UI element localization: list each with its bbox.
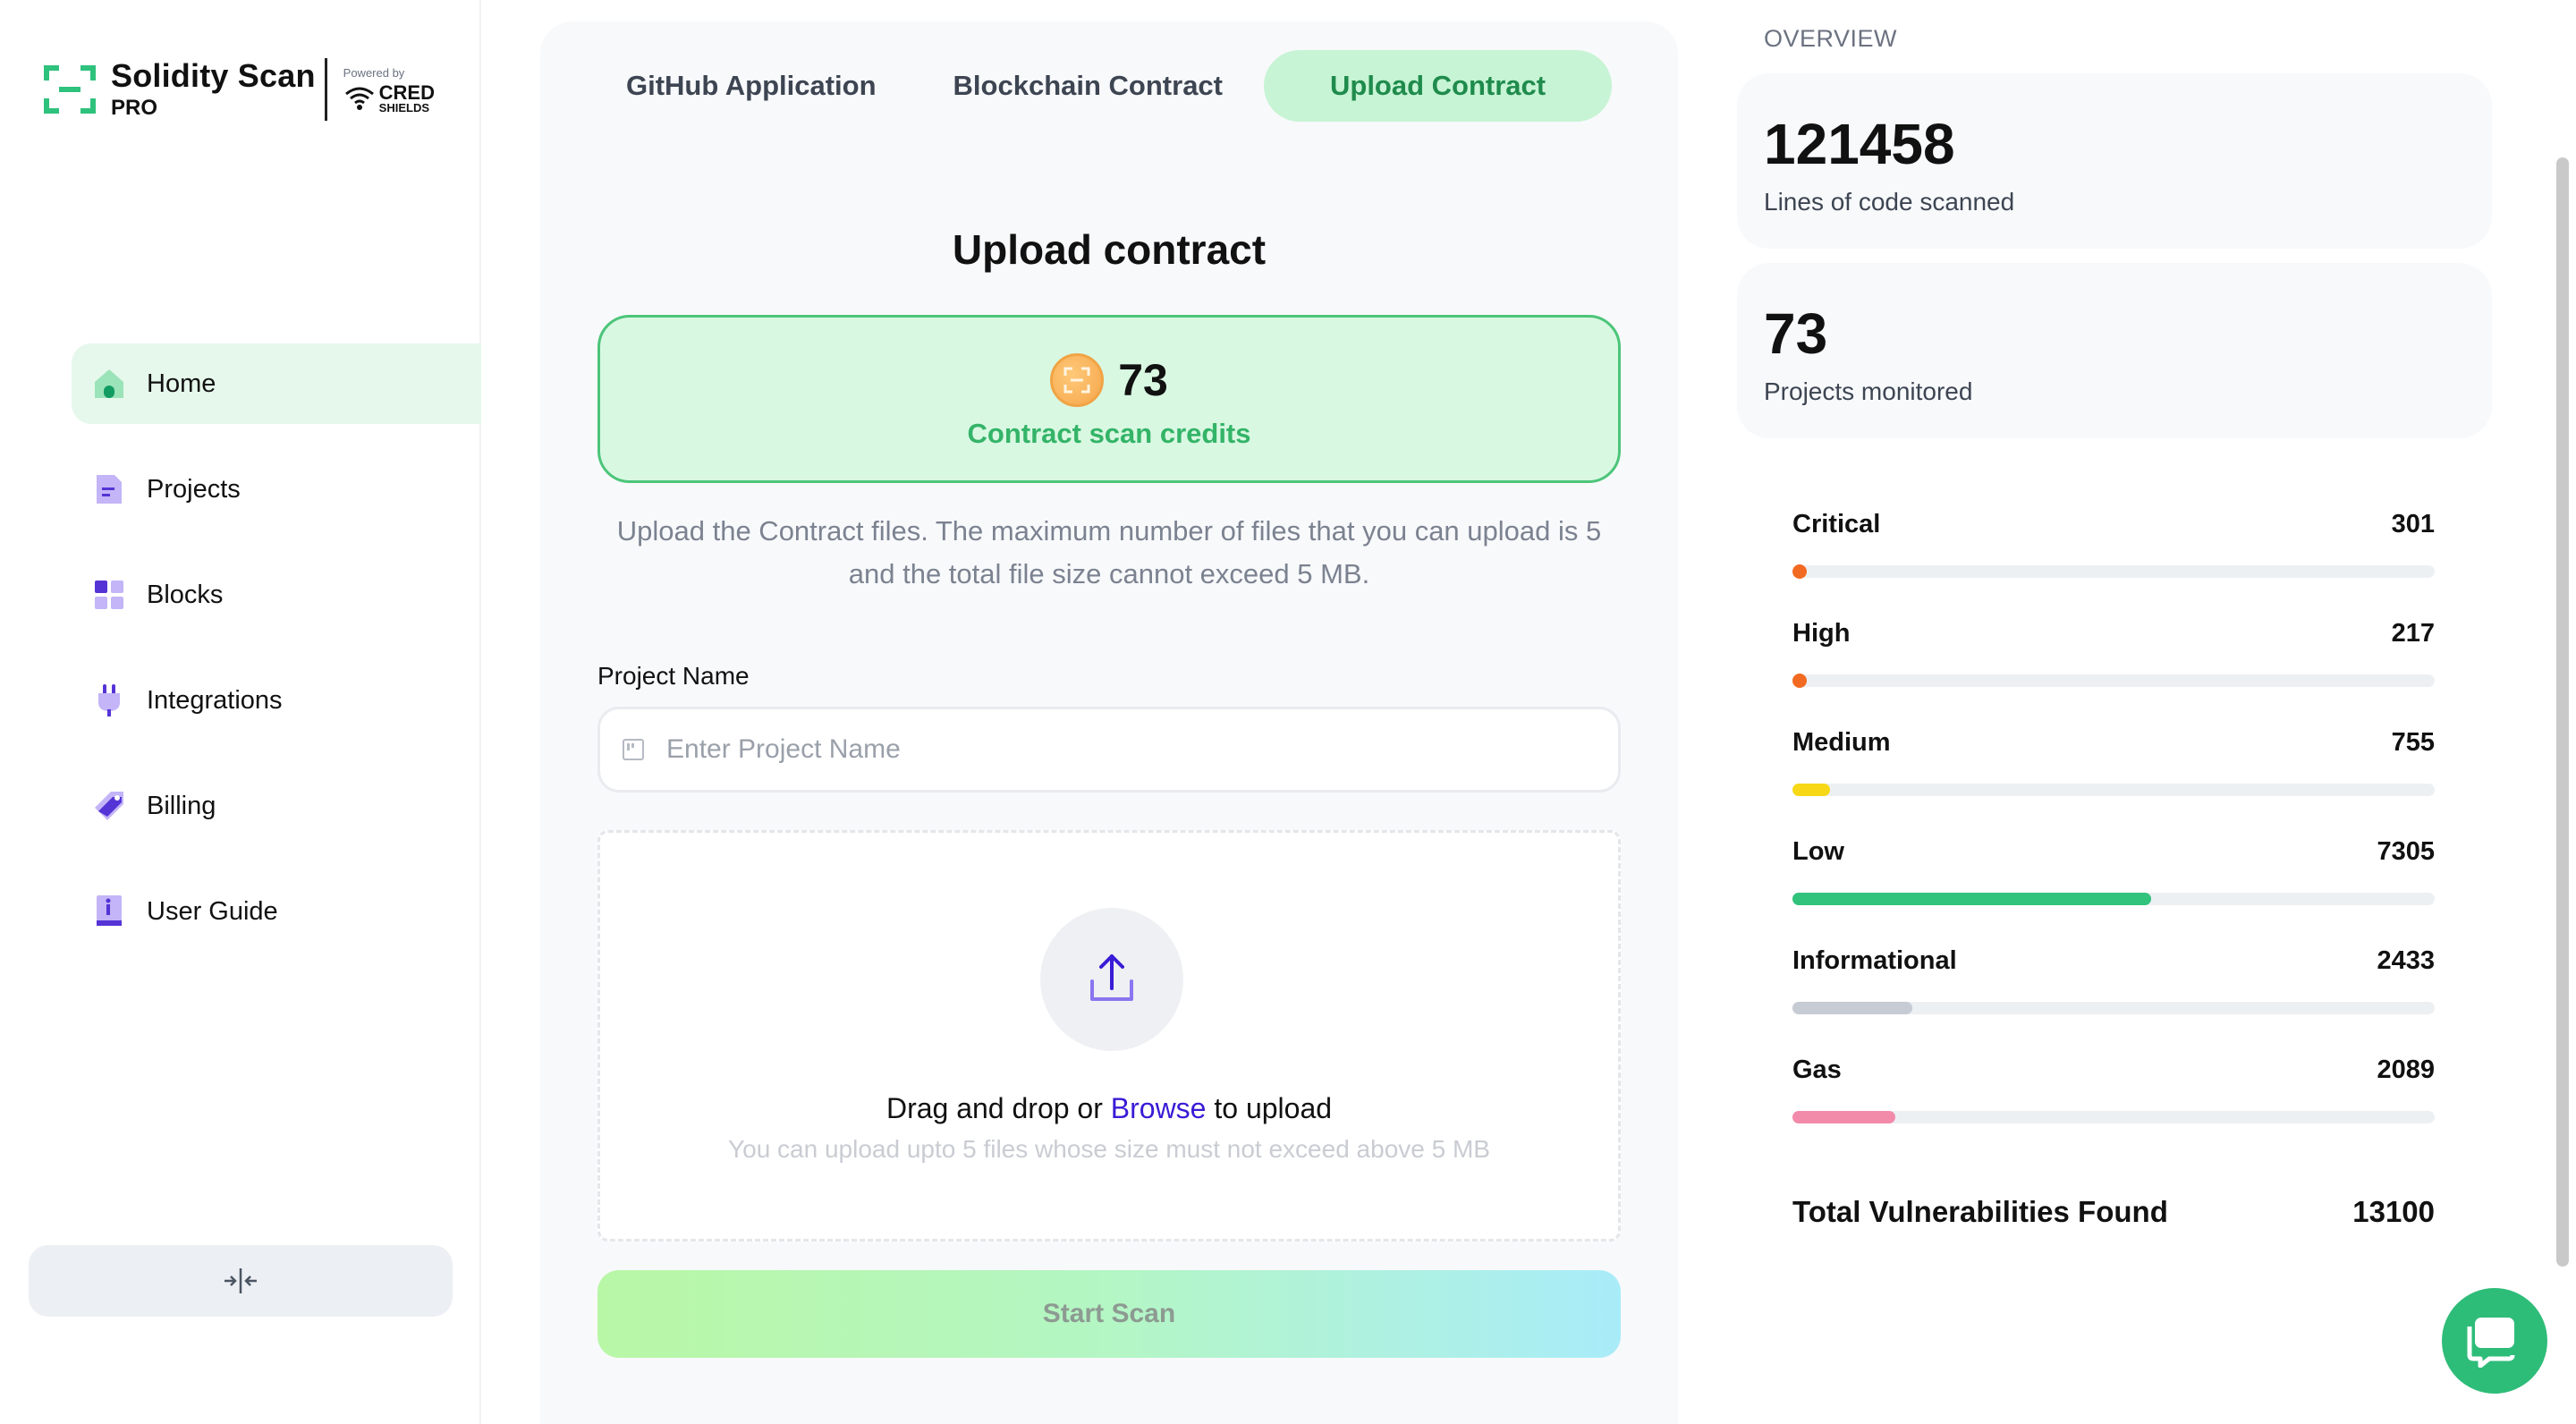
vulnerability-progress-track — [1792, 784, 2435, 796]
lines-scanned-label: Lines of code scanned — [1764, 188, 2015, 216]
drag-prefix: Drag and drop or — [886, 1092, 1111, 1124]
vulnerability-count: 301 — [2391, 510, 2435, 538]
sidebar-item-user-guide[interactable]: User Guide — [72, 871, 481, 952]
sidebar-item-home[interactable]: Home — [72, 343, 481, 424]
vulnerability-count: 7305 — [2377, 837, 2435, 866]
drag-drop-text: Drag and drop or Browse to upload — [600, 1092, 1618, 1125]
total-vulnerabilities-value: 13100 — [2352, 1195, 2435, 1228]
vulnerability-progress-dot — [1792, 674, 1807, 688]
tab-upload-contract[interactable]: Upload Contract — [1264, 50, 1613, 122]
upload-button[interactable] — [1040, 908, 1183, 1051]
vulnerability-progress-track — [1792, 674, 2435, 688]
vulnerability-progress-track — [1792, 1002, 2435, 1014]
vulnerability-progress-fill — [1792, 1111, 1895, 1123]
partner-name-bottom: SHIELDS — [378, 100, 429, 114]
collapse-icon — [225, 1268, 257, 1293]
file-dropzone[interactable]: Drag and drop or Browse to upload You ca… — [597, 830, 1621, 1242]
sidebar-item-projects[interactable]: Projects — [72, 449, 481, 530]
partner-logo: Powered by CRED SHIELDS — [343, 66, 435, 114]
start-scan-button[interactable]: Start Scan — [597, 1270, 1621, 1358]
vulnerability-progress-fill — [1792, 893, 2151, 905]
book-icon — [91, 894, 127, 929]
total-vulnerabilities-label: Total Vulnerabilities Found — [1792, 1195, 2168, 1228]
vulnerability-row-high: High 217 — [1792, 619, 2435, 728]
blocks-icon — [91, 577, 127, 613]
page-title: Upload contract — [952, 226, 1267, 273]
page-scrollbar[interactable] — [2556, 157, 2569, 1267]
sidebar-item-label: Home — [147, 369, 216, 398]
chat-icon — [2467, 1318, 2515, 1368]
credits-count: 73 — [1118, 355, 1168, 405]
plug-icon — [91, 682, 127, 718]
vulnerability-row-critical: Critical 301 — [1792, 510, 2435, 619]
home-icon — [91, 366, 127, 402]
sidebar-item-label: Blocks — [147, 580, 224, 609]
vulnerability-name: Gas — [1792, 1055, 1842, 1084]
project-name-field[interactable] — [597, 707, 1621, 793]
sidebar-item-label: User Guide — [147, 896, 278, 926]
vulnerability-count: 217 — [2391, 619, 2435, 648]
vulnerability-progress-dot — [1792, 564, 1807, 579]
brand-tier: PRO — [111, 96, 158, 120]
vulnerability-row-low: Low 7305 — [1792, 837, 2435, 946]
partner-name-top: CRED — [378, 81, 435, 104]
brand-title: Solidity Scan — [111, 57, 316, 94]
collapse-sidebar-button[interactable] — [29, 1245, 453, 1317]
lines-scanned-value: 121458 — [1764, 112, 1955, 176]
sidebar-item-label: Integrations — [147, 685, 283, 715]
sidebar-item-billing[interactable]: Billing — [72, 766, 481, 846]
sidebar: Solidity Scan PRO Powered by CRED SHIELD… — [0, 0, 481, 1424]
vulnerability-progress-fill — [1792, 1002, 1912, 1014]
logo-divider — [324, 58, 327, 121]
vulnerability-row-informational: Informational 2433 — [1792, 946, 2435, 1055]
vulnerability-name: Low — [1792, 837, 1844, 866]
vulnerability-progress-track — [1792, 893, 2435, 905]
projects-monitored-value: 73 — [1764, 301, 1828, 366]
lines-scanned-card: 121458 Lines of code scanned — [1737, 73, 2492, 249]
tag-icon — [91, 788, 127, 824]
credits-card: 73 Contract scan credits — [597, 315, 1621, 483]
wifi-shield-icon — [344, 87, 374, 110]
scan-type-tabs: GitHub Application Blockchain Contract U… — [590, 50, 1617, 122]
vulnerability-list: Critical 301 High 217 Medium 755 Low 7305 Inform… — [1792, 510, 2435, 1165]
vulnerability-row-gas: Gas 2089 — [1792, 1055, 2435, 1165]
drag-suffix: to upload — [1206, 1092, 1333, 1124]
logo[interactable]: Solidity Scan PRO Powered by CRED SHIELD… — [43, 57, 435, 122]
project-field-icon — [623, 739, 644, 760]
vulnerability-name: Medium — [1792, 728, 1891, 757]
projects-monitored-card: 73 Projects monitored — [1737, 263, 2492, 438]
project-name-label: Project Name — [597, 662, 750, 690]
sidebar-item-integrations[interactable]: Integrations — [72, 660, 481, 741]
vulnerability-progress-track — [1792, 564, 2435, 579]
upload-limit-hint: You can upload upto 5 files whose size m… — [728, 1135, 1490, 1163]
vulnerability-name: High — [1792, 619, 1851, 648]
sidebar-item-label: Billing — [147, 791, 216, 820]
upload-panel: GitHub Application Blockchain Contract U… — [540, 21, 1678, 1424]
upload-instructions: Upload the Contract files. The maximum n… — [616, 515, 1602, 589]
vulnerability-progress-fill — [1792, 784, 1830, 796]
overview-heading: OVERVIEW — [1764, 25, 1898, 52]
tab-blockchain-contract[interactable]: Blockchain Contract — [918, 50, 1258, 122]
vulnerability-count: 2089 — [2377, 1055, 2435, 1084]
scan-logo-icon — [43, 63, 97, 116]
vulnerability-row-medium: Medium 755 — [1792, 728, 2435, 837]
browse-link[interactable]: Browse — [1111, 1092, 1207, 1124]
sidebar-nav: Home Projects Blocks Integrations Billin… — [72, 343, 481, 977]
vulnerability-name: Informational — [1792, 946, 1957, 975]
powered-by-label: Powered by — [343, 65, 405, 80]
coin-icon — [1050, 353, 1105, 407]
vulnerability-count: 755 — [2391, 728, 2435, 757]
file-icon — [91, 471, 127, 507]
vulnerability-count: 2433 — [2377, 946, 2435, 975]
upload-icon — [1090, 954, 1133, 1001]
vulnerability-progress-track — [1792, 1111, 2435, 1123]
vulnerability-name: Critical — [1792, 510, 1881, 538]
project-name-input[interactable] — [666, 734, 1561, 765]
sidebar-item-blocks[interactable]: Blocks — [72, 555, 481, 635]
projects-monitored-label: Projects monitored — [1764, 377, 1973, 405]
tab-github-application[interactable]: GitHub Application — [590, 50, 912, 122]
sidebar-item-label: Projects — [147, 474, 241, 504]
chat-button[interactable] — [2442, 1288, 2547, 1394]
credits-label: Contract scan credits — [967, 418, 1251, 449]
